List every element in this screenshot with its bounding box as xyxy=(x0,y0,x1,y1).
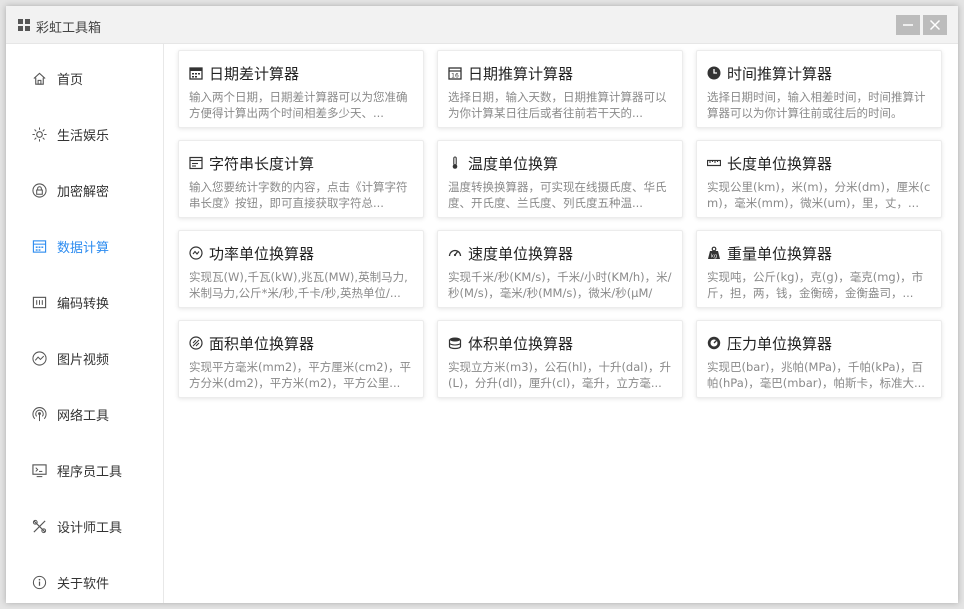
tool-description: 实现公里(km)，米(m)，分米(dm)，厘米(cm)，毫米(mm)，微米(um… xyxy=(707,180,931,210)
close-icon xyxy=(929,19,941,31)
close-button[interactable] xyxy=(923,15,947,35)
weight-icon: kg xyxy=(707,246,721,260)
tool-card[interactable]: 16 日期推算计算器 选择日期，输入天数，日期推算计算器可以为你计算某日往后或者… xyxy=(437,50,683,128)
area-icon xyxy=(189,336,203,350)
network-icon xyxy=(32,406,47,422)
tool-card[interactable]: 字符串长度计算 输入您要统计字数的内容，点击《计算字符串长度》按钮，即可直接获取… xyxy=(178,140,424,218)
tool-title: 速度单位换算器 xyxy=(468,244,574,263)
window-title: 彩虹工具箱 xyxy=(36,21,102,36)
power-icon xyxy=(189,246,203,260)
lock-icon xyxy=(32,182,47,198)
tool-description: 实现吨，公斤(kg)，克(g)，毫克(mg)，市斤，担，两，钱，金衡磅，金衡盎司… xyxy=(707,270,924,300)
sidebar-item-label: 图片视频 xyxy=(57,352,110,368)
tool-description: 实现瓦(W),千瓦(kW),兆瓦(MW),英制马力,米制马力,公斤*米/秒,千卡… xyxy=(189,270,408,300)
sidebar-item-data-calc[interactable]: 数据计算 xyxy=(6,226,164,266)
sidebar-item-label: 程序员工具 xyxy=(57,464,123,480)
sidebar-item-home[interactable]: 首页 xyxy=(6,58,164,98)
tool-card[interactable]: 温度单位换算 温度转换换算器，可实现在线摄氏度、华氏度、开氏度、兰氏度、列氏度五… xyxy=(437,140,683,218)
tool-description: 选择日期时间，输入相差时间，时间推算计算器可以为你计算往前或往后的时间。 xyxy=(707,90,926,120)
tool-card[interactable]: 功率单位换算器 实现瓦(W),千瓦(kW),兆瓦(MW),英制马力,米制马力,公… xyxy=(178,230,424,308)
tool-title: 字符串长度计算 xyxy=(209,154,315,173)
sidebar-item-label: 网络工具 xyxy=(57,408,110,424)
tool-description: 输入两个日期，日期差计算器可以为您准确方便得计算出两个时间相差多少天、... xyxy=(189,90,408,120)
tool-title: 日期差计算器 xyxy=(209,64,300,83)
tool-card[interactable]: 日期差计算器 输入两个日期，日期差计算器可以为您准确方便得计算出两个时间相差多少… xyxy=(178,50,424,128)
thermometer-icon xyxy=(448,156,462,170)
image-icon xyxy=(32,350,47,366)
tool-title: 重量单位换算器 xyxy=(727,244,833,263)
sidebar-item-designer[interactable]: 设计师工具 xyxy=(6,506,164,546)
sidebar-item-life[interactable]: 生活娱乐 xyxy=(6,114,164,154)
tool-description: 输入您要统计字数的内容，点击《计算字符串长度》按钮，即可直接获取字符总... xyxy=(189,180,408,210)
speedometer-icon xyxy=(448,246,462,260)
pressure-icon xyxy=(707,336,721,350)
tool-description: 实现千米/秒(KM/s)，千米/小时(KM/h)，米/秒(M/s)，毫米/秒(M… xyxy=(448,270,672,300)
info-icon xyxy=(32,575,47,590)
sidebar-item-about[interactable]: 关于软件 xyxy=(6,562,164,602)
calculator-icon xyxy=(32,239,47,254)
tool-title: 压力单位换算器 xyxy=(727,334,833,353)
tool-card[interactable]: 压力单位换算器 实现巴(bar)，兆帕(MPa)，千帕(kPa)，百帕(hPa)… xyxy=(696,320,942,398)
sidebar-item-image-video[interactable]: 图片视频 xyxy=(6,338,164,378)
home-icon xyxy=(32,71,47,86)
sidebar: 首页 生活娱乐 加密解密 数据计算 编码转换 图片视频 网络工具 程序员工具 设… xyxy=(6,44,164,603)
text-length-icon xyxy=(189,156,203,170)
design-icon xyxy=(32,519,47,534)
tool-title: 体积单位换算器 xyxy=(468,334,574,353)
tool-title: 温度单位换算 xyxy=(468,154,559,173)
tool-grid: 日期差计算器 输入两个日期，日期差计算器可以为您准确方便得计算出两个时间相差多少… xyxy=(165,44,958,603)
tool-title: 时间推算计算器 xyxy=(727,64,833,83)
sidebar-item-label: 生活娱乐 xyxy=(57,128,110,144)
tool-card[interactable]: kg 重量单位换算器 实现吨，公斤(kg)，克(g)，毫克(mg)，市斤，担，两… xyxy=(696,230,942,308)
tool-description: 选择日期，输入天数，日期推算计算器可以为你计算某日往后或者往前若干天的... xyxy=(448,90,667,120)
sidebar-item-label: 数据计算 xyxy=(57,240,110,256)
calendar-icon xyxy=(189,66,203,80)
clock-icon xyxy=(707,66,721,80)
code-icon xyxy=(32,295,47,310)
minimize-button[interactable] xyxy=(896,15,920,35)
tool-card[interactable]: 长度单位换算器 实现公里(km)，米(m)，分米(dm)，厘米(cm)，毫米(m… xyxy=(696,140,942,218)
sidebar-item-label: 关于软件 xyxy=(57,576,110,592)
tool-card[interactable]: 时间推算计算器 选择日期时间，输入相差时间，时间推算计算器可以为你计算往前或往后… xyxy=(696,50,942,128)
svg-text:16: 16 xyxy=(451,73,459,80)
tool-description: 实现立方米(m3)，公石(hl)，十升(dal)，升(L)，分升(dl)，厘升(… xyxy=(448,360,671,390)
tool-description: 实现平方毫米(mm2)，平方厘米(cm2)，平方分米(dm2)，平方米(m2)，… xyxy=(189,360,412,390)
tool-title: 功率单位换算器 xyxy=(209,244,315,263)
sidebar-item-crypto[interactable]: 加密解密 xyxy=(6,170,164,210)
tool-description: 实现巴(bar)，兆帕(MPa)，千帕(kPa)，百帕(hPa)，毫巴(mbar… xyxy=(707,360,925,390)
sidebar-item-label: 加密解密 xyxy=(57,184,110,200)
tool-card[interactable]: 体积单位换算器 实现立方米(m3)，公石(hl)，十升(dal)，升(L)，分升… xyxy=(437,320,683,398)
tool-title: 日期推算计算器 xyxy=(468,64,574,83)
minimize-icon xyxy=(903,24,913,26)
svg-text:kg: kg xyxy=(711,254,717,260)
sidebar-item-network[interactable]: 网络工具 xyxy=(6,394,164,434)
sidebar-item-label: 编码转换 xyxy=(57,296,110,312)
app-grid-icon xyxy=(18,19,30,31)
volume-icon xyxy=(448,336,462,350)
ruler-icon xyxy=(707,156,721,170)
tool-card[interactable]: 面积单位换算器 实现平方毫米(mm2)，平方厘米(cm2)，平方分米(dm2)，… xyxy=(178,320,424,398)
sidebar-item-programmer[interactable]: 程序员工具 xyxy=(6,450,164,490)
sun-icon xyxy=(32,126,47,142)
tool-title: 面积单位换算器 xyxy=(209,334,315,353)
terminal-icon xyxy=(32,463,47,478)
sidebar-item-label: 首页 xyxy=(57,72,84,88)
calendar-forward-icon: 16 xyxy=(448,66,462,80)
tool-description: 温度转换换算器，可实现在线摄氏度、华氏度、开氏度、兰氏度、列氏度五种温... xyxy=(448,180,667,210)
app-window: 彩虹工具箱 首页 生活娱乐 加密解密 数据计算 编码转换 图片视频 网络工具 程… xyxy=(6,6,958,603)
tool-title: 长度单位换算器 xyxy=(727,154,833,173)
tool-card[interactable]: 速度单位换算器 实现千米/秒(KM/s)，千米/小时(KM/h)，米/秒(M/s… xyxy=(437,230,683,308)
sidebar-item-encoding[interactable]: 编码转换 xyxy=(6,282,164,322)
sidebar-item-label: 设计师工具 xyxy=(57,520,123,536)
title-bar[interactable]: 彩虹工具箱 xyxy=(6,6,958,44)
